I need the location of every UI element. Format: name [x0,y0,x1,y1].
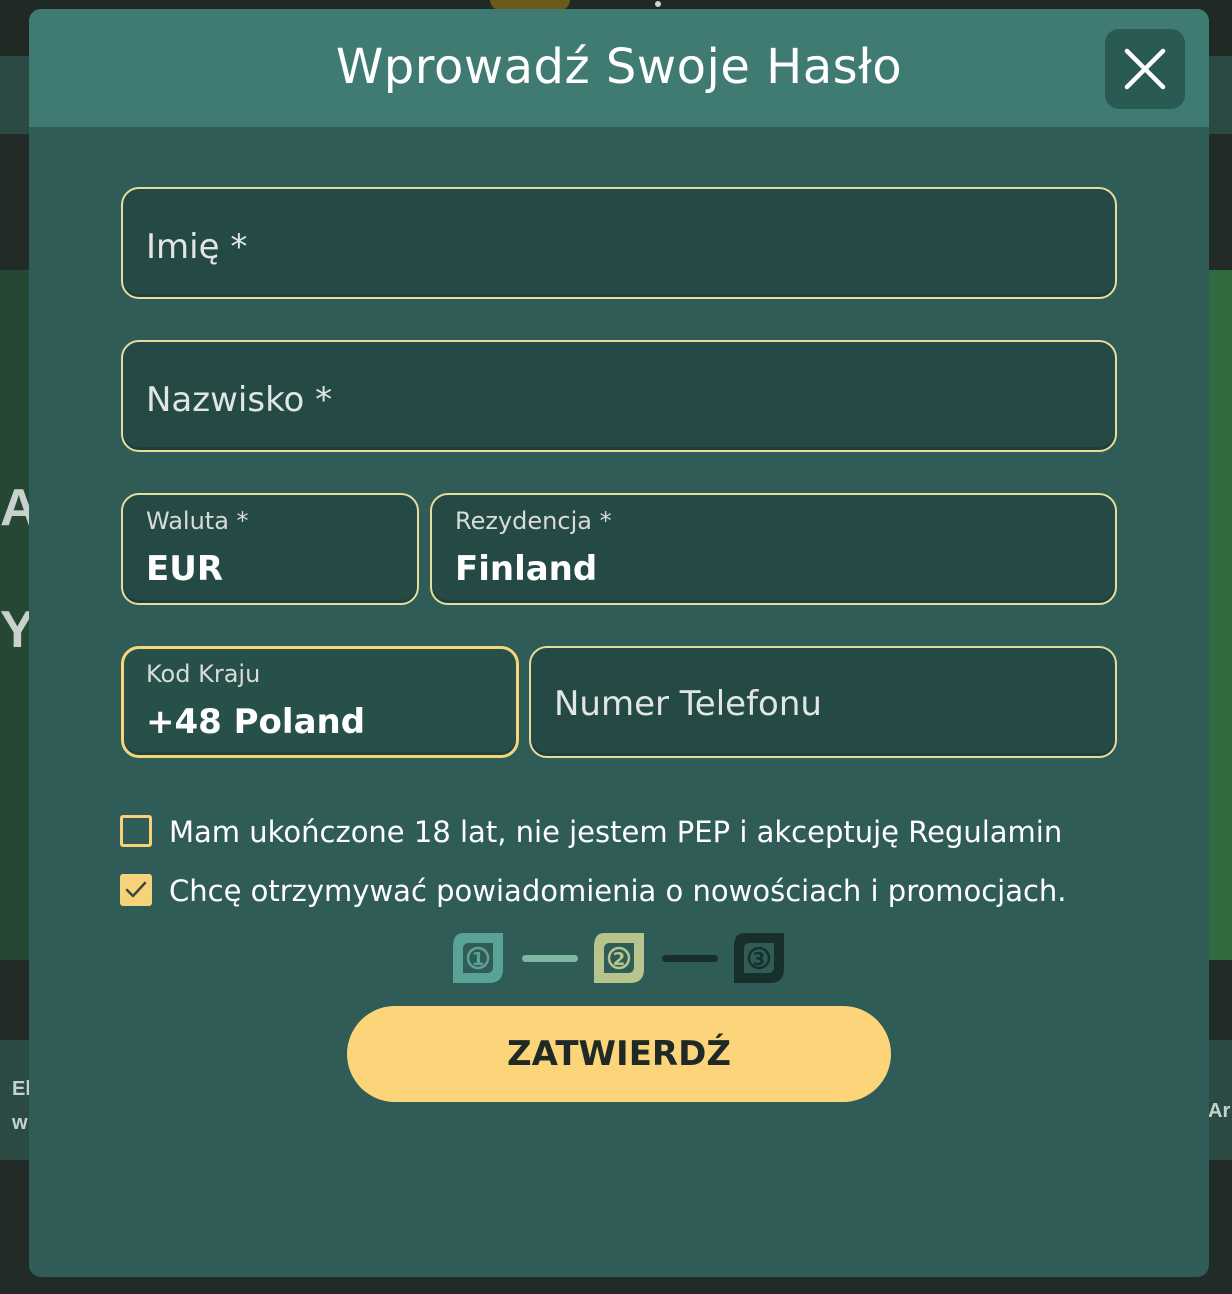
step-1-number: 1 [472,949,485,970]
terms-checkbox-label[interactable]: Mam ukończone 18 lat, nie jestem PEP i a… [169,813,1062,851]
residence-select[interactable]: Rezydencja * Finland [430,493,1117,605]
step-2-number: 2 [613,949,626,970]
submit-button[interactable]: ZATWIERDŹ [347,1006,891,1102]
step-1-leaf-icon: 1 [453,933,503,983]
country-code-value: +48 Poland [146,702,366,742]
first-name-placeholder: Imię * [146,227,248,267]
phone-number-input[interactable]: Numer Telefonu [529,646,1117,758]
close-button[interactable] [1105,29,1185,109]
country-code-select[interactable]: Kod Kraju +48 Poland [121,646,519,758]
newsletter-checkbox[interactable] [120,874,152,906]
step-connector-2 [662,955,718,962]
step-connector-1 [522,955,578,962]
registration-modal: Wprowadź Swoje Hasło Imię * Nazwisko * W… [29,9,1209,1277]
last-name-placeholder: Nazwisko * [146,380,333,420]
modal-header: Wprowadź Swoje Hasło [29,9,1209,127]
background-strip-right-text: Ar [1208,1100,1231,1122]
step-3-number: 3 [753,949,766,970]
close-icon [1124,48,1166,90]
checkmark-icon [125,881,147,898]
step-indicator: 1 2 3 [449,929,789,987]
first-name-input[interactable]: Imię * [121,187,1117,299]
residence-label: Rezydencja * [455,507,612,535]
currency-select[interactable]: Waluta * EUR [121,493,419,605]
currency-value: EUR [146,549,224,589]
residence-value: Finland [455,549,598,589]
step-3-leaf-icon: 3 [734,933,784,983]
terms-checkbox[interactable] [120,815,152,847]
last-name-input[interactable]: Nazwisko * [121,340,1117,452]
background-menu-dot [655,1,661,7]
newsletter-checkbox-label[interactable]: Chcę otrzymywać powiadomienia o nowościa… [169,872,1067,910]
currency-label: Waluta * [146,507,249,535]
country-code-label: Kod Kraju [146,660,261,688]
modal-title: Wprowadź Swoje Hasło [335,39,903,95]
step-2-leaf-icon: 2 [594,933,644,983]
phone-number-placeholder: Numer Telefonu [554,684,822,724]
